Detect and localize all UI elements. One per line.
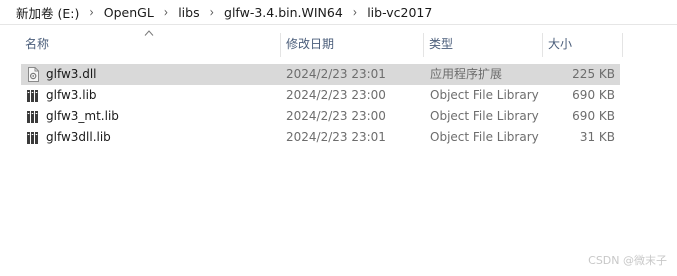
file-row[interactable]: glfw3.dll 2024/2/23 23:01 应用程序扩展 225 KB bbox=[21, 64, 620, 85]
breadcrumb: 新加卷 (E:) › OpenGL › libs › glfw-3.4.bin.… bbox=[0, 0, 677, 25]
column-header-name[interactable]: 名称 bbox=[20, 29, 278, 59]
chevron-right-icon[interactable]: › bbox=[353, 4, 357, 20]
breadcrumb-item-libs[interactable]: libs bbox=[176, 5, 201, 20]
file-type: Object File Library bbox=[430, 109, 539, 123]
file-date: 2024/2/23 23:01 bbox=[286, 67, 386, 81]
file-size: 225 KB bbox=[572, 67, 615, 81]
file-size: 690 KB bbox=[572, 88, 615, 102]
file-date: 2024/2/23 23:00 bbox=[286, 109, 386, 123]
file-name: glfw3.lib bbox=[46, 88, 97, 102]
breadcrumb-item-drive[interactable]: 新加卷 (E:) bbox=[14, 3, 81, 22]
file-name: glfw3_mt.lib bbox=[46, 109, 119, 123]
column-header-date[interactable]: 修改日期 bbox=[281, 29, 421, 59]
file-type: Object File Library bbox=[430, 130, 539, 144]
column-divider[interactable] bbox=[622, 33, 623, 57]
file-date: 2024/2/23 23:01 bbox=[286, 130, 386, 144]
dll-file-icon bbox=[28, 67, 39, 82]
file-type: Object File Library bbox=[430, 88, 539, 102]
chevron-right-icon[interactable]: › bbox=[164, 4, 168, 20]
file-name: glfw3.dll bbox=[46, 67, 97, 81]
file-type: 应用程序扩展 bbox=[430, 67, 503, 81]
file-row[interactable]: glfw3_mt.lib 2024/2/23 23:00 Object File… bbox=[21, 106, 620, 127]
watermark: CSDN @微末子 bbox=[588, 254, 667, 267]
file-date: 2024/2/23 23:00 bbox=[286, 88, 386, 102]
file-row[interactable]: glfw3.lib 2024/2/23 23:00 Object File Li… bbox=[21, 85, 620, 106]
chevron-right-icon[interactable]: › bbox=[89, 4, 93, 20]
breadcrumb-item-glfw[interactable]: glfw-3.4.bin.WIN64 bbox=[222, 5, 345, 20]
column-header-type[interactable]: 类型 bbox=[424, 29, 540, 59]
file-size: 31 KB bbox=[579, 130, 615, 144]
lib-file-icon bbox=[27, 90, 38, 102]
breadcrumb-item-lib-vc2017[interactable]: lib-vc2017 bbox=[365, 5, 434, 20]
lib-file-icon bbox=[27, 111, 38, 123]
chevron-right-icon[interactable]: › bbox=[210, 4, 214, 20]
lib-file-icon bbox=[27, 132, 38, 144]
column-header-size[interactable]: 大小 bbox=[543, 29, 621, 59]
file-size: 690 KB bbox=[572, 109, 615, 123]
breadcrumb-item-opengl[interactable]: OpenGL bbox=[102, 5, 156, 20]
file-name: glfw3dll.lib bbox=[46, 130, 111, 144]
column-header-row: 名称 修改日期 类型 大小 bbox=[0, 29, 677, 59]
file-row[interactable]: glfw3dll.lib 2024/2/23 23:01 Object File… bbox=[21, 127, 620, 148]
